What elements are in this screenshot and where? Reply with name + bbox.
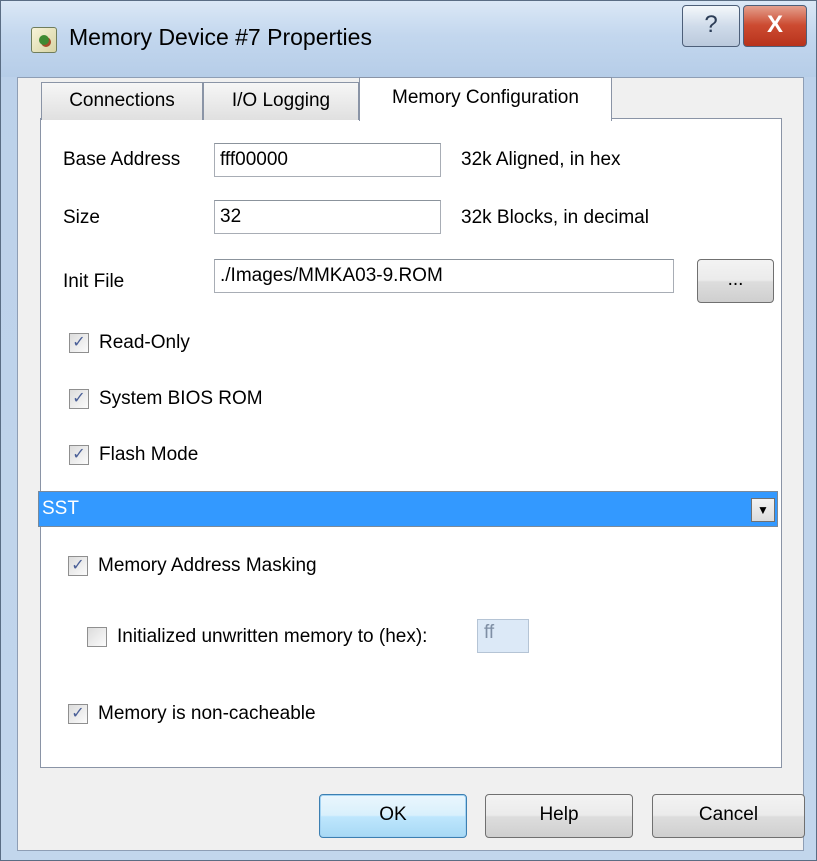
base-address-field[interactable] bbox=[214, 143, 441, 177]
browse-button[interactable]: ... bbox=[697, 259, 774, 303]
title-bar[interactable]: Memory Device #7 Properties ? X bbox=[1, 1, 816, 77]
cancel-button[interactable]: Cancel bbox=[652, 794, 805, 838]
address-masking-label: Memory Address Masking bbox=[98, 555, 317, 576]
dialog-client-area: Connections I/O Logging Memory Configura… bbox=[17, 77, 804, 851]
app-icon bbox=[31, 27, 57, 53]
properties-window: Memory Device #7 Properties ? X Connecti… bbox=[0, 0, 817, 861]
non-cacheable-label: Memory is non-cacheable bbox=[98, 703, 316, 724]
chevron-down-icon[interactable]: ▼ bbox=[751, 498, 775, 522]
help-button[interactable]: Help bbox=[485, 794, 633, 838]
read-only-checkbox[interactable]: ✓ bbox=[69, 333, 89, 353]
tab-io-logging[interactable]: I/O Logging bbox=[203, 82, 359, 120]
flash-mode-label: Flash Mode bbox=[99, 444, 199, 465]
tab-connections[interactable]: Connections bbox=[41, 82, 203, 120]
base-address-label: Base Address bbox=[63, 149, 181, 170]
init-unwritten-label: Initialized unwritten memory to (hex): bbox=[117, 626, 428, 647]
ok-button[interactable]: OK bbox=[319, 794, 467, 838]
tab-memory-configuration[interactable]: Memory Configuration bbox=[359, 77, 612, 121]
flash-mode-checkbox[interactable]: ✓ bbox=[69, 445, 89, 465]
system-bios-rom-label: System BIOS ROM bbox=[99, 388, 263, 409]
init-file-label: Init File bbox=[63, 271, 125, 292]
init-unwritten-checkbox[interactable] bbox=[87, 627, 107, 647]
size-label: Size bbox=[63, 207, 100, 228]
size-field[interactable] bbox=[214, 200, 441, 234]
init-unwritten-hex-field[interactable]: ff bbox=[477, 619, 529, 653]
base-address-hint: 32k Aligned, in hex bbox=[461, 149, 621, 170]
system-bios-rom-checkbox[interactable]: ✓ bbox=[69, 389, 89, 409]
read-only-label: Read-Only bbox=[99, 332, 190, 353]
size-hint: 32k Blocks, in decimal bbox=[461, 207, 649, 228]
window-title: Memory Device #7 Properties bbox=[69, 24, 372, 50]
non-cacheable-checkbox[interactable]: ✓ bbox=[68, 704, 88, 724]
help-title-button[interactable]: ? bbox=[682, 5, 740, 47]
flash-type-dropdown[interactable]: SST ▼ bbox=[38, 491, 778, 527]
address-masking-checkbox[interactable]: ✓ bbox=[68, 556, 88, 576]
flash-type-selected-value: SST bbox=[42, 498, 79, 519]
close-button[interactable]: X bbox=[743, 5, 807, 47]
init-file-field[interactable] bbox=[214, 259, 674, 293]
